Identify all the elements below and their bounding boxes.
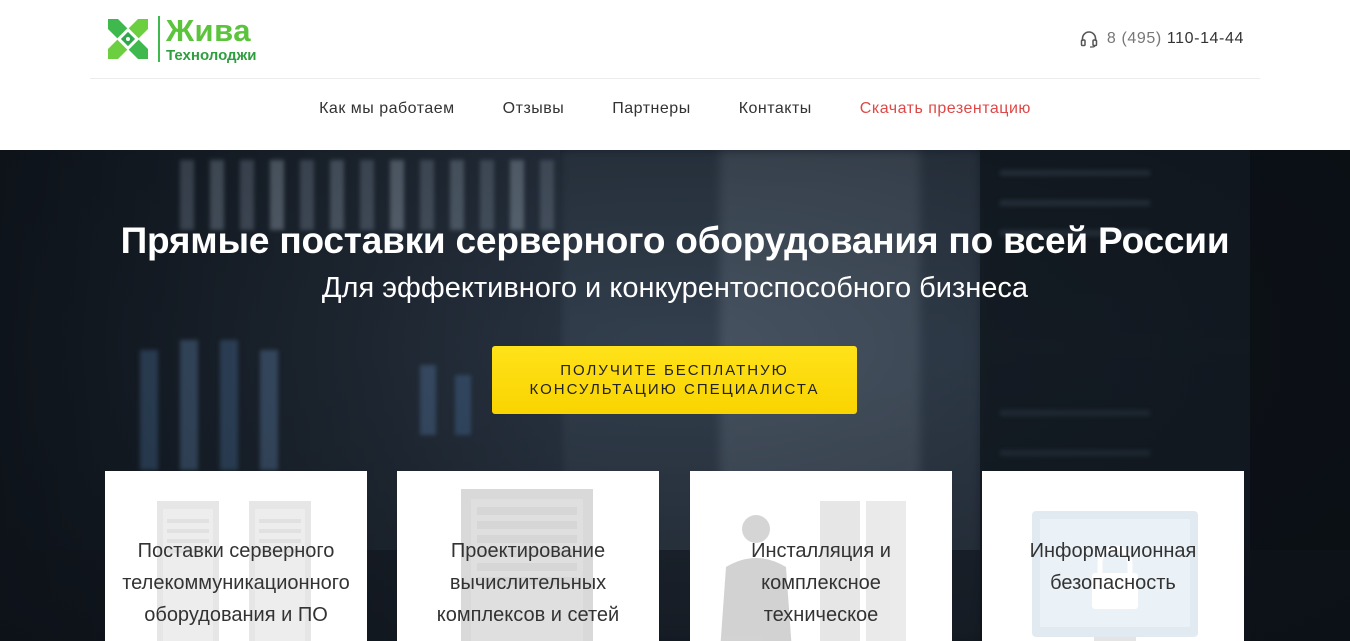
service-line: Поставки серверного (137, 540, 335, 562)
free-consultation-button[interactable]: ПОЛУЧИТЕ БЕСПЛАТНУЮ КОНСУЛЬТАЦИЮ СПЕЦИАЛ… (492, 346, 857, 414)
service-card-text: Инсталляция и комплексное техническое (690, 535, 952, 631)
cta-line-1: ПОЛУЧИТЕ БЕСПЛАТНУЮ (560, 362, 789, 379)
nav-contacts[interactable]: Контакты (739, 100, 812, 118)
phone-number: 110-14-44 (1166, 30, 1244, 47)
phone-link[interactable]: 8 (495) 110-14-44 (1080, 30, 1244, 48)
service-card-design[interactable]: Проектирование вычислительных комплексов… (397, 471, 659, 641)
nav-partners[interactable]: Партнеры (612, 100, 690, 118)
service-line: оборудования и ПО (144, 604, 328, 626)
nav-how-we-work[interactable]: Как мы работаем (319, 100, 455, 118)
phone-prefix: 8 (495) (1106, 30, 1162, 47)
service-line: техническое (763, 604, 879, 626)
main-nav: Как мы работаем Отзывы Партнеры Контакты… (0, 100, 1350, 118)
service-line: Проектирование (450, 540, 606, 562)
logo-line-1: Жива (166, 13, 251, 48)
cta-line-2: КОНСУЛЬТАЦИЮ СПЕЦИАЛИСТА (529, 381, 820, 398)
nav-reviews[interactable]: Отзывы (503, 100, 565, 118)
service-line: вычислительных (449, 572, 607, 594)
logo[interactable]: Жива Технолоджи (104, 12, 256, 66)
header-divider (90, 78, 1260, 79)
cta-label: ПОЛУЧИТЕ БЕСПЛАТНУЮ КОНСУЛЬТАЦИЮ СПЕЦИАЛ… (530, 361, 820, 399)
service-line: Инсталляция и (751, 540, 891, 562)
service-card-security[interactable]: Информационная безопасность (982, 471, 1244, 641)
hero-subtitle: Для эффективного и конкурентоспособного … (321, 272, 1029, 304)
service-line: комплексное (761, 572, 881, 594)
headset-icon (1080, 31, 1098, 48)
service-line: Информационная (1029, 540, 1197, 562)
service-card-equipment[interactable]: Поставки серверного телекоммуникационног… (105, 471, 367, 641)
logo-divider (158, 16, 160, 62)
logo-line-2: Технолоджи (166, 47, 257, 64)
hero-section: Прямые поставки серверного оборудования … (0, 150, 1350, 641)
service-card-installation[interactable]: Инсталляция и комплексное техническое (690, 471, 952, 641)
service-line: комплексов и сетей (436, 604, 620, 626)
service-line: безопасность (1050, 572, 1176, 594)
site-header: Жива Технолоджи 8 (495) 110-14-44 Как мы… (0, 0, 1350, 150)
nav-download-presentation[interactable]: Скачать презентацию (860, 100, 1031, 118)
service-card-text: Информационная безопасность (982, 535, 1244, 599)
logo-text: Жива Технолоджи (166, 15, 256, 63)
hero-title: Прямые поставки серверного оборудования … (120, 220, 1230, 261)
service-card-text: Поставки серверного телекоммуникационног… (105, 535, 367, 631)
service-card-text: Проектирование вычислительных комплексов… (397, 535, 659, 631)
logo-cross-icon (108, 19, 148, 59)
service-line: телекоммуникационного (122, 572, 350, 594)
